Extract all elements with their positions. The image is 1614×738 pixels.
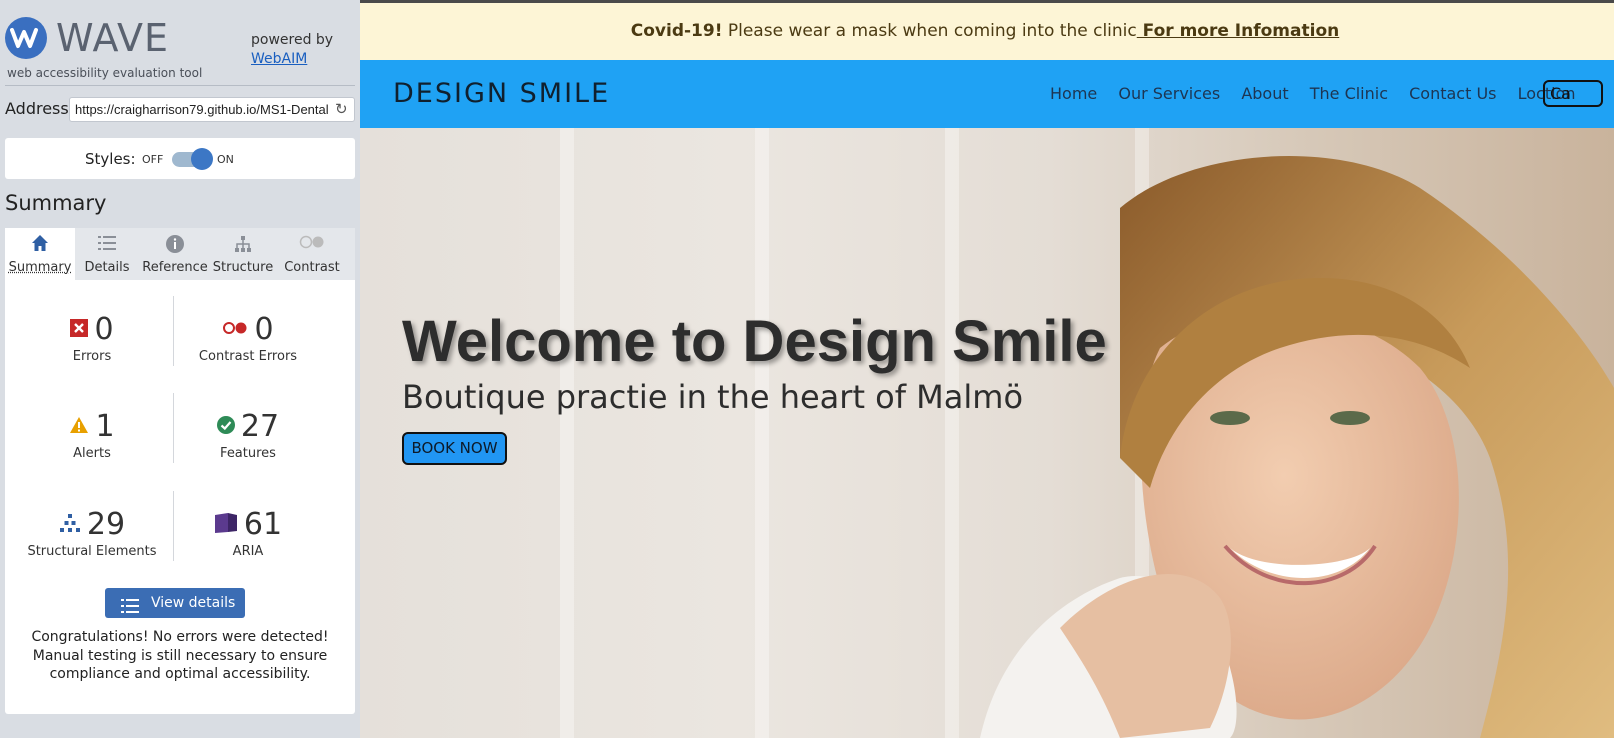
aria-label: ARIA: [232, 544, 264, 559]
check-icon: [216, 415, 235, 438]
stat-structural-elements[interactable]: 29 Structural Elements: [7, 507, 177, 559]
styles-toggle-knob[interactable]: [191, 148, 213, 170]
site-brand[interactable]: DESIGN SMILE: [393, 78, 610, 109]
features-count: 27: [240, 409, 280, 444]
styles-toggle-panel: Styles: OFF ON: [5, 138, 355, 179]
stat-alerts[interactable]: 1 Alerts: [7, 409, 177, 461]
address-label: Address:: [5, 99, 75, 118]
summary-panel: Summary Details Reference Structure Cont…: [5, 228, 355, 714]
error-icon: [70, 318, 89, 341]
hero-subtitle: Boutique practie in the heart of Malmö: [402, 378, 1024, 416]
tab-details[interactable]: Details: [72, 228, 142, 280]
hierarchy-icon: [208, 234, 278, 259]
congrats-message: Congratulations! No errors were detected…: [31, 629, 329, 682]
covid-banner-text: Covid-19! Please wear a mask when coming…: [360, 21, 1610, 41]
nav-the-clinic[interactable]: The Clinic: [1310, 84, 1388, 103]
tab-reference[interactable]: Reference: [140, 228, 210, 280]
styles-on-label: ON: [217, 153, 234, 166]
styles-label: Styles:: [85, 150, 136, 168]
powered-by-label: powered by: [251, 32, 334, 48]
covid-banner-bold: Covid-19!: [630, 21, 723, 41]
book-now-button[interactable]: BOOK NOW: [402, 432, 507, 465]
view-details-button[interactable]: View details ›: [105, 588, 245, 641]
covid-banner-message: Please wear a mask when coming into the …: [722, 21, 1137, 41]
structural-label: Structural Elements: [27, 544, 157, 559]
hero-title: Welcome to Design Smile: [402, 309, 1107, 374]
webaim-link[interactable]: WebAIM: [251, 51, 307, 67]
structural-count: 29: [86, 507, 126, 542]
alerts-count: 1: [95, 409, 115, 444]
nav-about[interactable]: About: [1241, 84, 1288, 103]
errors-count: 0: [94, 312, 114, 347]
errors-label: Errors: [72, 349, 112, 364]
tab-summary[interactable]: Summary: [5, 228, 75, 280]
alert-icon: [69, 416, 89, 438]
nav-call-button[interactable]: Ca: [1543, 80, 1603, 107]
contrast-icon: [277, 234, 347, 254]
styles-off-label: OFF: [142, 153, 164, 166]
wave-subtitle: web accessibility evaluation tool: [7, 66, 203, 80]
structure-icon: [59, 513, 81, 537]
tab-structure-label: Structure: [212, 260, 274, 275]
tab-reference-label: Reference: [142, 260, 208, 275]
wave-header: WAVE web accessibility evaluation tool p…: [0, 0, 360, 84]
features-label: Features: [220, 446, 276, 461]
stat-features[interactable]: 27 Features: [163, 409, 333, 461]
list-icon: [72, 234, 142, 257]
refresh-icon[interactable]: ↻: [335, 100, 348, 118]
stat-errors[interactable]: 0 Errors: [7, 312, 177, 364]
nav-home[interactable]: Home: [1050, 84, 1097, 103]
nav-links: Home Our Services About The Clinic Conta…: [1050, 84, 1591, 103]
alerts-label: Alerts: [73, 446, 111, 461]
wave-tabs: Summary Details Reference Structure Cont…: [5, 228, 355, 280]
address-input[interactable]: https://craigharrison79.github.io/MS1-De…: [69, 97, 355, 122]
aria-count: 61: [243, 507, 283, 542]
header-divider: [5, 85, 355, 86]
hero-section: Welcome to Design Smile Boutique practie…: [360, 128, 1614, 738]
wave-title: WAVE: [56, 16, 170, 60]
aria-icon: [214, 512, 238, 538]
list-icon: [121, 595, 139, 625]
tab-summary-label: Summary: [8, 260, 72, 275]
summary-heading: Summary: [5, 191, 107, 215]
website-viewport: Covid-19! Please wear a mask when coming…: [360, 0, 1614, 738]
contrast-errors-label: Contrast Errors: [198, 349, 298, 364]
stat-contrast-errors[interactable]: 0 Contrast Errors: [163, 312, 333, 364]
wave-sidebar: WAVE web accessibility evaluation tool p…: [0, 0, 360, 738]
tab-contrast[interactable]: Contrast: [277, 228, 347, 280]
covid-banner: Covid-19! Please wear a mask when coming…: [360, 3, 1614, 60]
hero-woman-image: [980, 156, 1614, 738]
contrast-error-icon: [222, 320, 248, 339]
more-info-link[interactable]: For more Infomation: [1137, 21, 1340, 41]
site-navbar: DESIGN SMILE Home Our Services About The…: [360, 60, 1614, 128]
wave-logo-icon: [5, 17, 47, 59]
tab-details-label: Details: [84, 260, 130, 275]
tab-structure[interactable]: Structure: [208, 228, 278, 280]
contrast-errors-count: 0: [254, 312, 274, 347]
info-icon: [140, 234, 210, 259]
home-icon: [5, 234, 75, 257]
stat-aria[interactable]: 61 ARIA: [163, 507, 333, 559]
nav-contact-us[interactable]: Contact Us: [1409, 84, 1496, 103]
nav-our-services[interactable]: Our Services: [1118, 84, 1220, 103]
tab-contrast-label: Contrast: [284, 260, 340, 275]
